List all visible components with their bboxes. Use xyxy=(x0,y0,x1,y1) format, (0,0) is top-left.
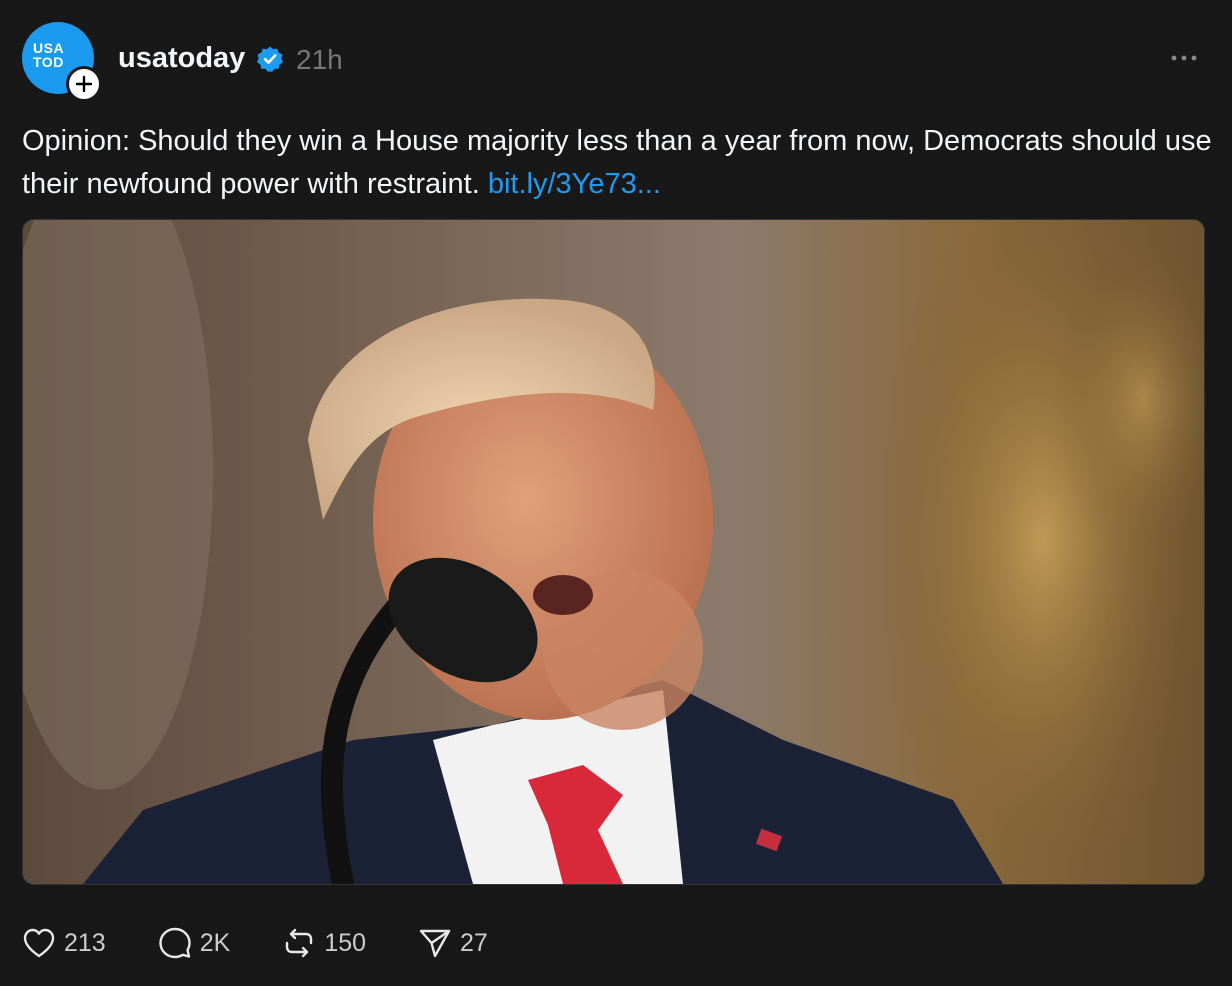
avatar-logo-text: USA TOD xyxy=(33,40,65,70)
more-options-button[interactable] xyxy=(1164,40,1204,76)
follow-button[interactable] xyxy=(66,66,102,102)
verified-badge-icon xyxy=(257,46,283,72)
share-count: 27 xyxy=(460,928,488,957)
ellipsis-icon xyxy=(1171,55,1197,61)
repost-count: 150 xyxy=(324,928,367,957)
photo-illustration xyxy=(23,220,1204,884)
post-image[interactable] xyxy=(22,219,1205,885)
post: USA TOD usatoday 21h Opinion: Should the… xyxy=(0,0,1232,986)
like-count: 213 xyxy=(64,928,106,957)
like-button[interactable]: 213 xyxy=(22,927,106,959)
send-icon xyxy=(419,929,451,958)
post-timestamp[interactable]: 21h xyxy=(296,42,343,78)
repost-icon xyxy=(286,928,313,958)
post-actions: 213 2K 150 27 xyxy=(22,918,540,968)
comment-icon xyxy=(159,927,191,959)
avatar[interactable]: USA TOD xyxy=(22,22,102,102)
share-button[interactable]: 27 xyxy=(418,926,488,960)
reply-count: 2K xyxy=(199,928,231,957)
repost-button[interactable]: 150 xyxy=(282,926,366,960)
post-link[interactable]: bit.ly/3Ye73... xyxy=(488,168,661,200)
username[interactable]: usatoday xyxy=(118,40,245,76)
plus-icon xyxy=(75,75,93,93)
post-text: Opinion: Should they win a House majorit… xyxy=(22,120,1212,206)
reply-button[interactable]: 2K xyxy=(158,926,231,960)
heart-icon xyxy=(23,928,55,958)
